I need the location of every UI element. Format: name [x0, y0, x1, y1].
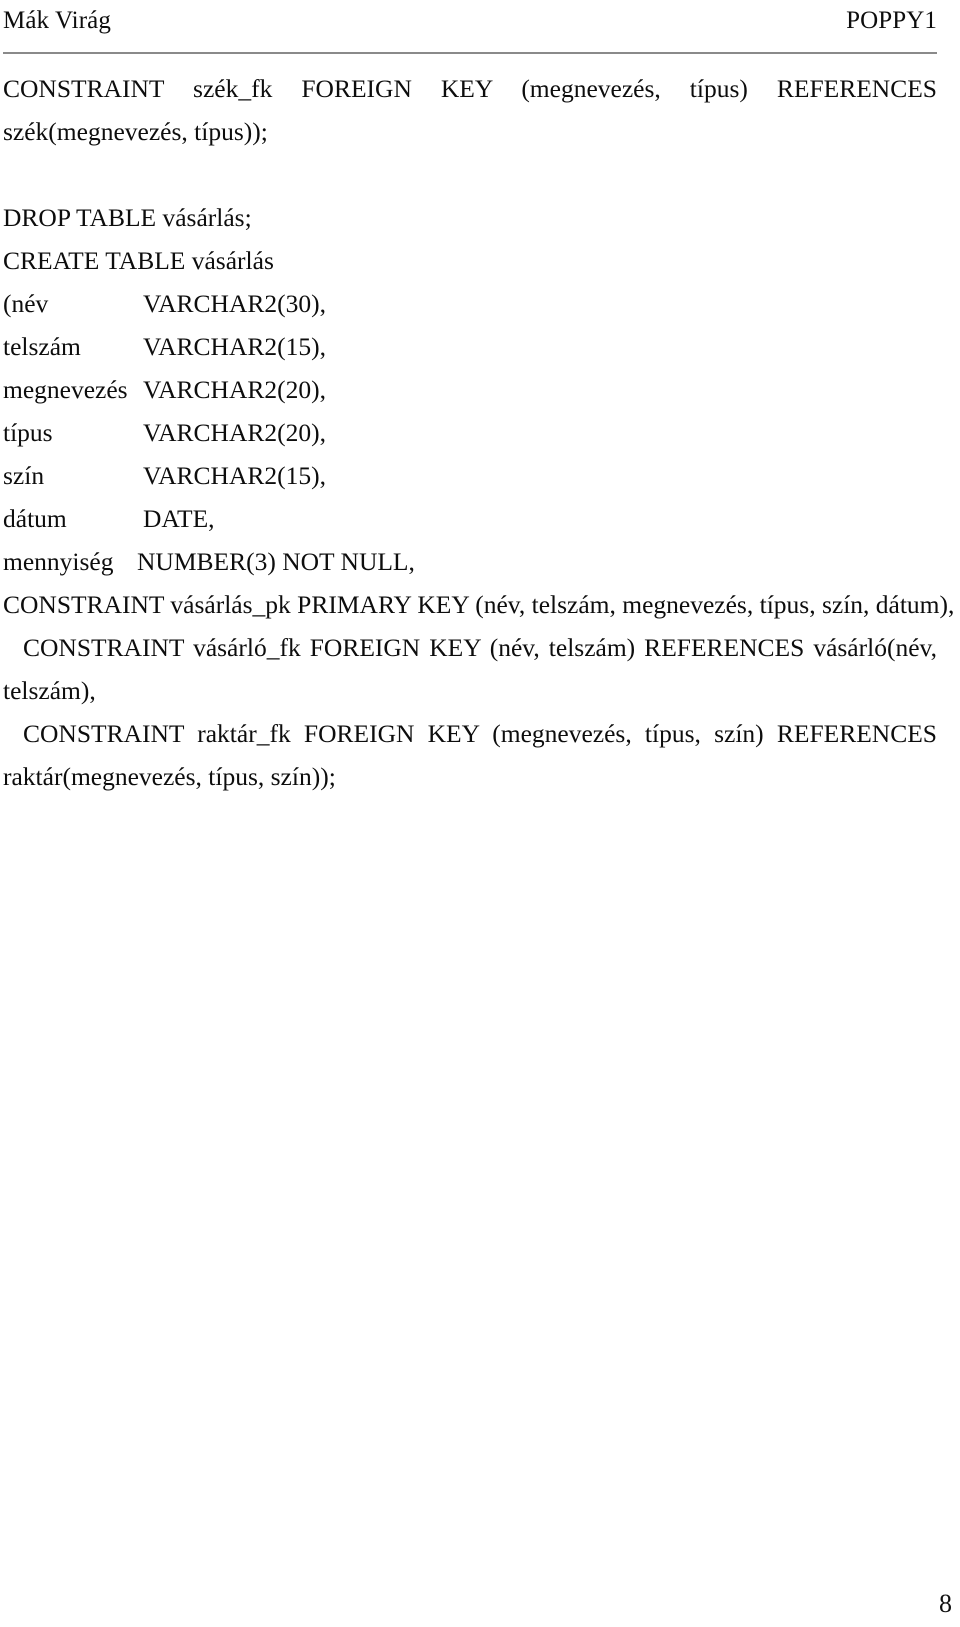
document-page: Mák Virág POPPY1 CONSTRAINT szék_fk FORE… — [0, 0, 960, 1627]
column-definition-row: dátum DATE, — [3, 497, 937, 540]
column-definition-row: mennyiség NUMBER(3) NOT NULL, — [3, 540, 937, 583]
column-name: dátum — [3, 504, 67, 533]
header-divider-rule — [3, 52, 937, 54]
running-header: Mák Virág POPPY1 — [3, 0, 937, 40]
statement-drop-table: DROP TABLE vásárlás; — [3, 203, 252, 232]
column-definition-row: szín VARCHAR2(15), — [3, 454, 937, 497]
column-name: szín — [3, 461, 45, 490]
column-type: VARCHAR2(20), — [143, 375, 327, 404]
page-content: Mák Virág POPPY1 CONSTRAINT szék_fk FORE… — [3, 0, 955, 798]
running-header-left: Mák Virág — [3, 7, 111, 34]
column-definition-row: (név VARCHAR2(30), — [3, 282, 937, 325]
column-type: VARCHAR2(20), — [143, 418, 327, 447]
constraint-primary-key: CONSTRAINT vásárlás_pk PRIMARY KEY (név,… — [3, 590, 955, 619]
page-number: 8 — [939, 1589, 952, 1618]
constraint-foreign-key-vasarlo: CONSTRAINT vásárló_fk FOREIGN KEY (név, … — [3, 633, 937, 705]
column-name: típus — [3, 418, 53, 447]
column-type: VARCHAR2(30), — [143, 289, 327, 318]
column-type: VARCHAR2(15), — [143, 461, 327, 490]
column-definition-row: telszám VARCHAR2(15), — [3, 325, 937, 368]
blank-line-spacer — [3, 153, 937, 196]
column-type: VARCHAR2(15), — [143, 332, 327, 361]
column-definition-list: (név VARCHAR2(30), telszám VARCHAR2(15),… — [3, 282, 937, 583]
column-definition-row: típus VARCHAR2(20), — [3, 411, 937, 454]
column-name: (név — [3, 289, 49, 318]
column-name: megnevezés — [3, 375, 128, 404]
statement-create-table: CREATE TABLE vásárlás — [3, 246, 274, 275]
column-type: DATE, — [143, 504, 215, 533]
column-name: telszám — [3, 332, 81, 361]
column-type: NUMBER(3) NOT NULL, — [137, 547, 415, 576]
running-header-right: POPPY1 — [846, 7, 937, 34]
constraint-foreign-key-raktar: CONSTRAINT raktár_fk FOREIGN KEY (megnev… — [3, 719, 937, 791]
column-name: mennyiség — [3, 547, 114, 576]
paragraph-constraint-szek-fk: CONSTRAINT szék_fk FOREIGN KEY (megnevez… — [3, 74, 937, 146]
column-definition-row: megnevezés VARCHAR2(20), — [3, 368, 937, 411]
